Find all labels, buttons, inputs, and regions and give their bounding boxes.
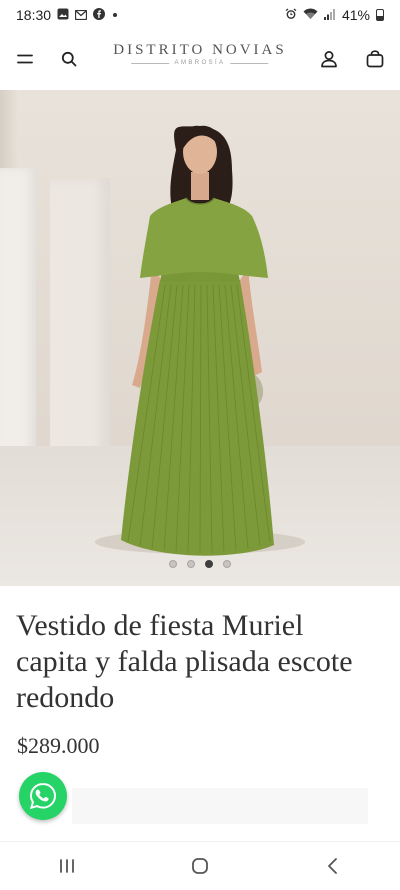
back-icon xyxy=(328,858,338,874)
status-left: 18:30 xyxy=(16,7,118,23)
brand-name: DISTRITO NOVIAS xyxy=(113,42,287,58)
site-header: DISTRITO NOVIAS AMBROSÍA xyxy=(0,30,400,88)
notification-dot xyxy=(113,13,118,17)
price-currency: $ xyxy=(17,733,28,758)
status-right: 41% xyxy=(285,7,384,23)
gmail-icon xyxy=(74,7,88,23)
back-button[interactable] xyxy=(313,846,353,886)
gallery-icon xyxy=(57,7,69,23)
bag-button[interactable] xyxy=(364,48,386,70)
system-nav-bar xyxy=(0,841,400,890)
home-button[interactable] xyxy=(180,846,220,886)
recent-apps-button[interactable] xyxy=(47,846,87,886)
battery-icon xyxy=(376,9,384,21)
carousel-dot[interactable] xyxy=(187,560,195,568)
wifi-icon xyxy=(303,7,318,23)
bag-icon xyxy=(366,50,384,68)
status-bar: 18:30 41% xyxy=(0,0,400,30)
facebook-icon xyxy=(93,7,106,23)
product-photo xyxy=(95,125,305,556)
brand-sub: AMBROSÍA xyxy=(174,60,226,66)
battery-percent: 41% xyxy=(341,7,370,23)
account-icon xyxy=(321,51,337,68)
account-button[interactable] xyxy=(318,48,340,70)
brand-sub-row: AMBROSÍA xyxy=(113,60,286,66)
search-icon xyxy=(61,51,77,67)
brand-divider xyxy=(230,62,269,64)
brand-divider xyxy=(131,62,170,64)
product-title: Vestido de fiesta Muriel capita y falda … xyxy=(16,609,353,714)
whatsapp-icon xyxy=(29,782,57,809)
recent-apps-icon xyxy=(59,859,74,873)
menu-icon xyxy=(17,54,33,64)
menu-button[interactable] xyxy=(14,48,36,70)
floating-bar xyxy=(72,788,368,824)
brand-logo[interactable]: DISTRITO NOVIAS AMBROSÍA xyxy=(113,42,286,66)
carousel-dots xyxy=(0,560,400,568)
signal-icon xyxy=(323,7,336,23)
carousel-dot-active[interactable] xyxy=(205,560,213,568)
header-actions xyxy=(318,48,386,70)
price-value: 289.000 xyxy=(28,733,100,758)
carousel-dot[interactable] xyxy=(169,560,177,568)
product-price: $289.000 xyxy=(17,733,100,759)
alarm-icon xyxy=(285,7,297,23)
product-image-carousel[interactable] xyxy=(0,90,400,586)
status-time: 18:30 xyxy=(16,7,52,23)
home-icon xyxy=(192,858,208,874)
search-button[interactable] xyxy=(58,48,80,70)
whatsapp-button[interactable] xyxy=(19,772,67,820)
carousel-dot[interactable] xyxy=(223,560,231,568)
